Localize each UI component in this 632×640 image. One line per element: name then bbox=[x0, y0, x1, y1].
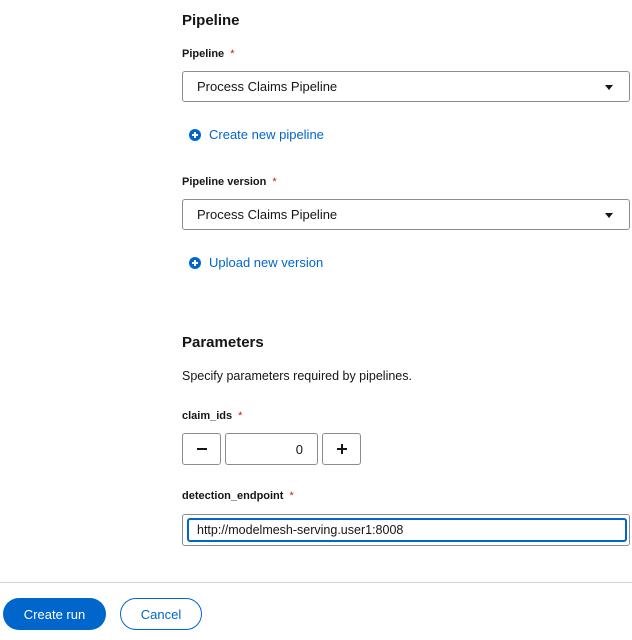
create-new-pipeline-label: Create new pipeline bbox=[209, 127, 324, 142]
required-marker: * bbox=[289, 490, 294, 502]
claim-ids-label-text: claim_ids bbox=[182, 410, 233, 422]
pipeline-section-title: Pipeline bbox=[182, 12, 240, 29]
required-marker: * bbox=[272, 176, 277, 188]
upload-new-version-label: Upload new version bbox=[209, 255, 324, 270]
caret-down-icon bbox=[605, 85, 613, 90]
parameters-section-title: Parameters bbox=[182, 334, 264, 351]
plus-circle-icon bbox=[189, 128, 201, 141]
detection-endpoint-label: detection_endpoint * bbox=[182, 490, 294, 502]
pipeline-version-label-text: Pipeline version bbox=[182, 176, 267, 188]
cancel-button[interactable]: Cancel bbox=[120, 598, 202, 630]
plus-circle-icon bbox=[189, 256, 201, 269]
pipeline-version-select[interactable]: Process Claims Pipeline bbox=[182, 199, 630, 230]
detection-endpoint-input[interactable] bbox=[187, 518, 627, 542]
minus-icon bbox=[196, 448, 207, 450]
claim-ids-label: claim_ids * bbox=[182, 410, 242, 422]
detection-endpoint-label-text: detection_endpoint bbox=[182, 490, 284, 502]
required-marker: * bbox=[230, 48, 235, 60]
decrement-button[interactable] bbox=[182, 433, 221, 465]
pipeline-version-label: Pipeline version * bbox=[182, 176, 277, 188]
create-run-form: Pipeline Pipeline * Process Claims Pipeli… bbox=[0, 0, 632, 640]
caret-down-icon bbox=[605, 213, 613, 218]
pipeline-label-text: Pipeline bbox=[182, 48, 225, 60]
footer-divider bbox=[0, 582, 632, 583]
increment-button[interactable] bbox=[322, 433, 361, 465]
claim-ids-input[interactable] bbox=[225, 433, 318, 465]
upload-new-version-button[interactable]: Upload new version bbox=[189, 255, 323, 270]
plus-icon bbox=[336, 444, 347, 454]
pipeline-select[interactable]: Process Claims Pipeline bbox=[182, 71, 630, 102]
pipeline-label: Pipeline * bbox=[182, 48, 234, 60]
create-new-pipeline-button[interactable]: Create new pipeline bbox=[189, 127, 324, 142]
pipeline-version-select-value: Process Claims Pipeline bbox=[197, 207, 338, 222]
pipeline-select-value: Process Claims Pipeline bbox=[197, 79, 338, 94]
required-marker: * bbox=[238, 410, 243, 422]
parameters-description: Specify parameters required by pipelines… bbox=[182, 369, 412, 383]
detection-endpoint-field bbox=[182, 514, 630, 546]
create-run-button[interactable]: Create run bbox=[3, 598, 106, 630]
